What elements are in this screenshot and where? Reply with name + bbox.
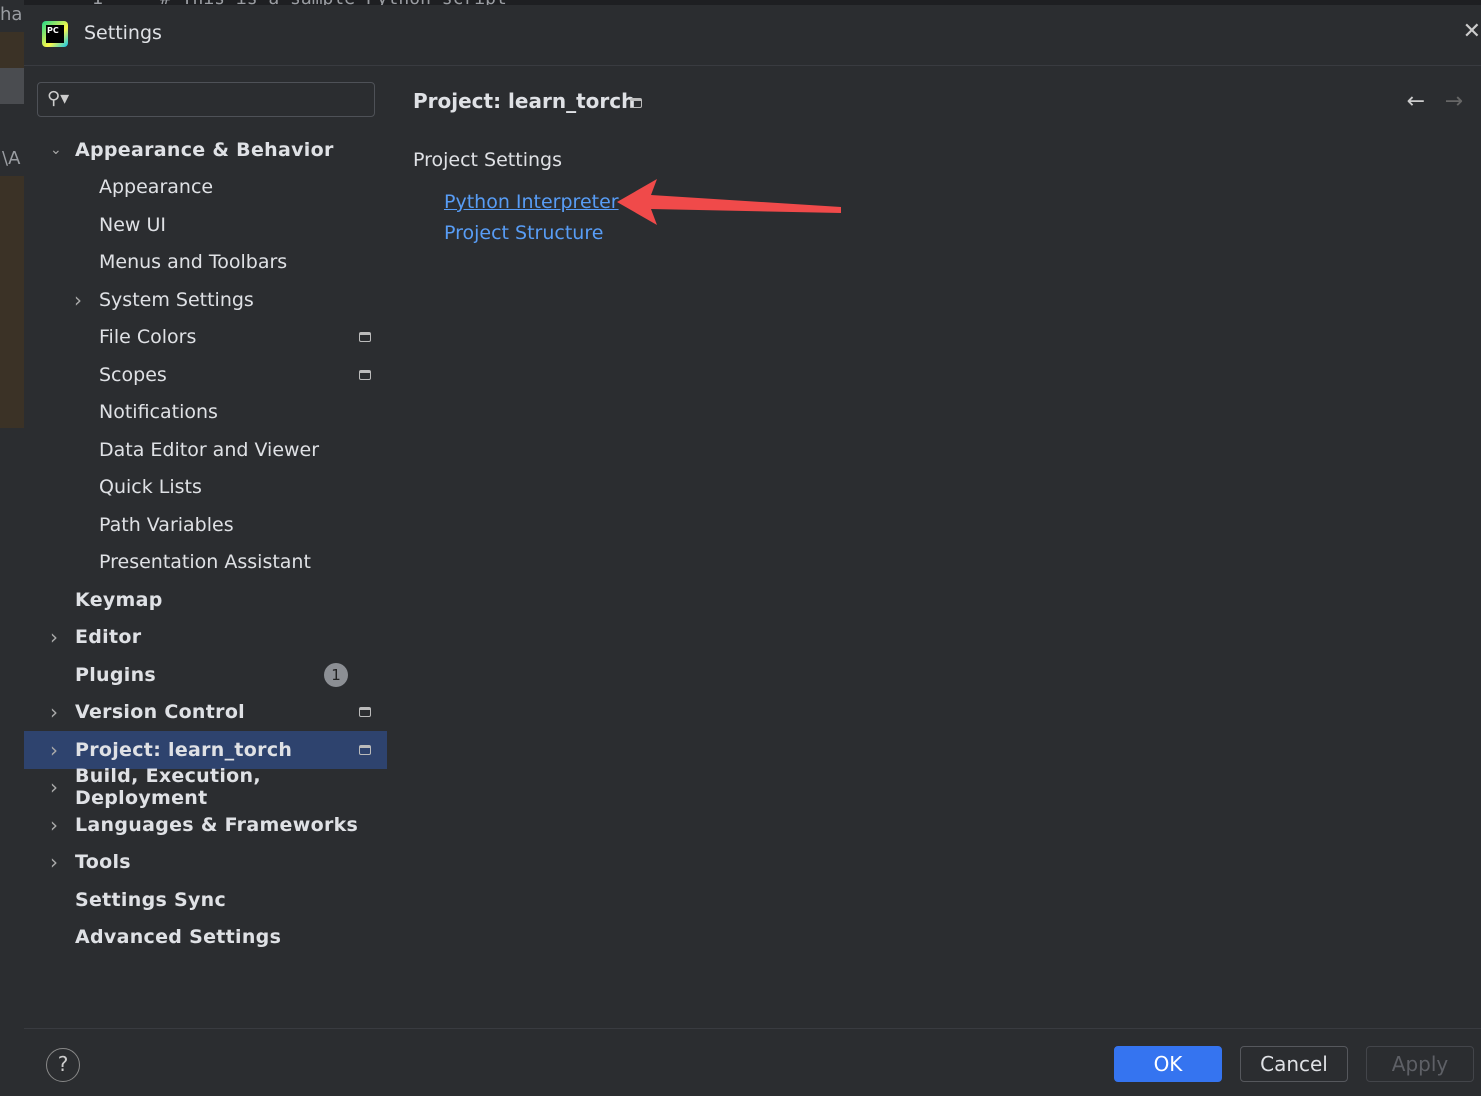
settings-tree: ⌄ Appearance & Behavior Appearance New UI Me… — [24, 131, 387, 956]
sidebar-item-languages-frameworks[interactable]: › Languages & Frameworks — [24, 806, 387, 844]
pycharm-logo-icon: PC — [42, 21, 68, 47]
sidebar-item-label: Scopes — [99, 363, 167, 386]
sidebar-item-label: Presentation Assistant — [99, 551, 311, 574]
sidebar-item-label: Data Editor and Viewer — [99, 438, 320, 461]
sidebar-item-label: Settings Sync — [75, 888, 227, 911]
sidebar-item-label: Menus and Toolbars — [99, 251, 288, 274]
sidebar-item-label: New UI — [99, 213, 166, 236]
page-title: Project: learn_torch — [413, 89, 636, 113]
sidebar-item-new-ui[interactable]: New UI — [24, 206, 387, 244]
sidebar-item-menus-and-toolbars[interactable]: Menus and Toolbars — [24, 244, 387, 282]
sidebar-item-label: Appearance — [99, 176, 214, 199]
sidebar-item-label: Version Control — [75, 701, 245, 724]
sidebar-item-editor[interactable]: › Editor — [24, 619, 387, 657]
sidebar-item-appearance[interactable]: Appearance — [24, 169, 387, 207]
section-heading: Project Settings — [413, 149, 562, 171]
annotation-arrow-icon — [617, 179, 841, 225]
project-structure-link[interactable]: Project Structure — [444, 222, 603, 244]
sidebar-item-path-variables[interactable]: Path Variables — [24, 506, 387, 544]
dialog-title: Settings — [84, 22, 162, 44]
project-scope-icon — [359, 369, 371, 380]
sidebar-item-label: Quick Lists — [99, 476, 202, 499]
sidebar-item-label: Path Variables — [99, 513, 234, 536]
help-button[interactable]: ? — [46, 1048, 80, 1082]
search-input[interactable]: ⚲▾ — [37, 82, 375, 117]
chevron-down-icon[interactable]: ⌄ — [50, 142, 62, 158]
background-text: \A — [2, 148, 21, 169]
title-bar: PC Settings ✕ — [24, 5, 1481, 66]
chevron-right-icon[interactable]: › — [50, 775, 58, 799]
sidebar-item-quick-lists[interactable]: Quick Lists — [24, 469, 387, 507]
sidebar-item-label: Keymap — [75, 588, 163, 611]
sidebar-item-label: System Settings — [99, 288, 254, 311]
sidebar-item-label: Plugins — [75, 663, 157, 686]
apply-button[interactable]: Apply — [1366, 1046, 1474, 1082]
chevron-right-icon[interactable]: › — [50, 700, 58, 724]
sidebar-item-notifications[interactable]: Notifications — [24, 394, 387, 432]
chevron-right-icon[interactable]: › — [50, 738, 58, 762]
sidebar-item-tools[interactable]: › Tools — [24, 844, 387, 882]
sidebar-item-version-control[interactable]: › Version Control — [24, 694, 387, 732]
content-panel: Project: learn_torch ← → Project Setting… — [387, 67, 1481, 1029]
sidebar-item-data-editor-and-viewer[interactable]: Data Editor and Viewer — [24, 431, 387, 469]
sidebar-item-build-execution-deployment[interactable]: › Build, Execution, Deployment — [24, 765, 387, 809]
settings-sidebar: ⚲▾ ⌄ Appearance & Behavior Appearance New U… — [24, 67, 387, 1029]
sidebar-item-label: Project: learn_torch — [75, 738, 293, 761]
cancel-button[interactable]: Cancel — [1240, 1046, 1348, 1082]
chevron-right-icon[interactable]: › — [50, 625, 58, 649]
dialog-footer: ? OK Cancel Apply — [24, 1028, 1481, 1096]
settings-dialog: PC Settings ✕ ⚲▾ ⌄ Appearance & Behavior A… — [24, 5, 1481, 1096]
sidebar-item-scopes[interactable]: Scopes — [24, 356, 387, 394]
sidebar-item-presentation-assistant[interactable]: Presentation Assistant — [24, 544, 387, 582]
sidebar-item-file-colors[interactable]: File Colors — [24, 319, 387, 357]
project-scope-icon — [359, 332, 371, 343]
back-arrow-icon[interactable]: ← — [1407, 89, 1425, 114]
sidebar-item-label: Tools — [75, 851, 131, 874]
sidebar-item-keymap[interactable]: Keymap — [24, 581, 387, 619]
project-scope-icon — [630, 98, 642, 108]
sidebar-item-label: Notifications — [99, 401, 218, 424]
update-count-badge: 1 — [324, 662, 348, 687]
chevron-right-icon[interactable]: › — [74, 288, 82, 312]
sidebar-item-appearance-behavior[interactable]: ⌄ Appearance & Behavior — [24, 131, 387, 169]
chevron-right-icon[interactable]: › — [50, 850, 58, 874]
search-icon: ⚲▾ — [47, 88, 70, 109]
close-icon[interactable]: ✕ — [1463, 19, 1481, 44]
sidebar-item-project-learn-torch[interactable]: › Project: learn_torch — [24, 731, 387, 769]
sidebar-item-label: Appearance & Behavior — [75, 138, 334, 161]
python-interpreter-link[interactable]: Python Interpreter — [444, 191, 619, 213]
sidebar-item-settings-sync[interactable]: Settings Sync — [24, 881, 387, 919]
sidebar-item-label: File Colors — [99, 326, 197, 349]
sidebar-item-system-settings[interactable]: › System Settings — [24, 281, 387, 319]
sidebar-item-plugins[interactable]: Plugins 1 — [24, 656, 387, 694]
sidebar-item-label: Editor — [75, 626, 142, 649]
project-scope-icon — [359, 744, 371, 755]
project-scope-icon — [359, 707, 371, 718]
forward-arrow-icon[interactable]: → — [1445, 89, 1463, 114]
sidebar-item-label: Languages & Frameworks — [75, 813, 359, 836]
sidebar-item-label: Build, Execution, Deployment — [75, 765, 261, 810]
sidebar-item-advanced-settings[interactable]: Advanced Settings — [24, 919, 387, 957]
ok-button[interactable]: OK — [1114, 1046, 1222, 1082]
sidebar-item-label: Advanced Settings — [75, 926, 282, 949]
chevron-right-icon[interactable]: › — [50, 813, 58, 837]
